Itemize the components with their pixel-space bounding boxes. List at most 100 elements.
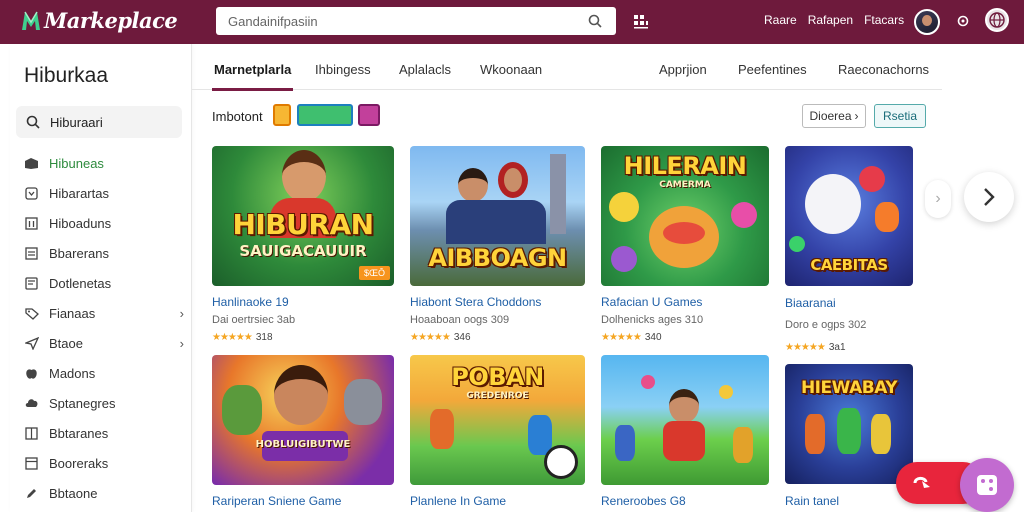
chevron-icon: › [854,109,859,123]
chevron-box-icon [24,186,39,200]
filter-label: Imbotont [212,109,263,124]
book-icon [24,426,39,440]
logo[interactable]: Markeplace [20,8,178,33]
sidebar-title: Hiburkaa [24,64,109,87]
sidebar-item[interactable]: Madons [24,358,184,388]
card-meta: Hoaaboan oogs 309 [410,314,510,326]
sidebar-item[interactable]: Hibarartas [24,178,184,208]
game-thumbnail: HOBLUIGIBUTWE [212,355,394,485]
box-icon [24,157,39,170]
card-meta: Dolhenicks ages 310 [601,314,704,326]
card-title[interactable]: Planlene In Game [410,494,506,508]
search-bar[interactable] [216,7,616,35]
card-title[interactable]: Rariperan Sniene Game [212,494,341,508]
send-icon [24,336,39,350]
sidebar-item[interactable]: Booreraks [24,448,184,478]
window-icon [24,456,39,470]
thumbnail-subtitle: SAUIGACAUUIR [239,242,367,260]
sidebar-item[interactable]: Bbtaranes [24,418,184,448]
sidebar-search[interactable]: Hiburaari [16,106,182,138]
dice-button[interactable] [960,458,1014,512]
star-icons: ★★★★★ [601,332,642,343]
sidebar-item-label: Hiboaduns [49,215,112,231]
card-title[interactable]: Hiabont Stera Choddons [410,295,541,309]
sidebar-item-label: Bbtaranes [49,425,109,441]
pen-icon [24,487,39,500]
carousel-prev-button[interactable]: › [925,180,951,218]
doc-icon [24,276,39,290]
game-card[interactable]: AIBBOAGN Hiabont Stera Choddons Hoaaboan… [410,146,585,346]
tab[interactable]: Raeconachorns [838,62,929,77]
tab[interactable]: Apprjion [659,62,707,77]
tab[interactable]: Wkoonaan [480,62,542,77]
card-title[interactable]: Reneroobes G8 [601,494,686,508]
star-icons: ★★★★★ [785,342,826,353]
sidebar-item[interactable]: Sptanegres [24,388,184,418]
sidebar-item[interactable]: Hiboaduns [24,208,184,238]
app-name: Markeplace [44,8,178,33]
game-card[interactable]: HIBURAN SAUIGACAUUIR $ŒŌ Hanlinaoke 19 D… [212,146,394,346]
apps-grid-icon[interactable] [630,12,652,32]
game-card[interactable]: HILERAIN CAMERMA Rafacian U Games Dolhen… [601,146,769,346]
card-title[interactable]: Hanlinaoke 19 [212,295,289,309]
game-card[interactable]: HIEWABAY Rain tanel [785,364,913,512]
game-thumbnail [601,355,769,485]
game-card[interactable]: CAEBITAS Biaaranai Doro e ogps 302 ★★★★★… [785,146,913,358]
thumbnail-subtitle: GREDENROE [466,391,529,401]
game-card[interactable]: POBAN GREDENROE Planlene In Game [410,355,585,512]
sidebar-item-label: Booreraks [49,455,109,471]
tab-marketplace[interactable]: Marnetplarla [211,62,294,91]
sidebar-item[interactable]: Bbarerans [24,238,184,268]
chevron-right-icon: › [179,335,184,351]
thumbnail-title: CAEBITAS [810,256,888,274]
tab[interactable]: Ihbingess [315,62,371,77]
filter-chip-icon[interactable] [273,104,291,126]
sidebar-item[interactable]: Dotlenetas [24,268,184,298]
game-card[interactable]: HOBLUIGIBUTWE Rariperan Sniene Game [212,355,394,512]
top-links: Raare Rafapen Ftacars [764,13,904,27]
logo-mark-icon [22,11,40,30]
settings-icon[interactable] [954,12,972,30]
card-rating: ★★★★★ 346 [410,332,471,343]
search-icon [26,115,40,129]
chevron-right-icon [984,188,995,206]
top-link[interactable]: Rafapen [808,13,853,27]
tab[interactable]: Peefentines [738,62,807,77]
search-icon[interactable] [586,12,604,30]
sidebar-item[interactable]: Bbtaone [24,478,184,508]
globe-icon[interactable] [985,8,1009,32]
filter-chip-icon[interactable] [358,104,380,126]
top-link[interactable]: Raare [764,13,797,27]
filter-chip-icon[interactable] [297,104,353,126]
game-card[interactable]: Reneroobes G8 [601,355,769,512]
thumbnail-subtitle: CAMERMA [659,180,711,190]
grid-icon [24,216,39,230]
apple-icon [24,367,39,380]
top-link[interactable]: Ftacars [864,13,904,27]
sidebar-item[interactable]: Fianaas › [24,298,184,328]
thumbnail-subtitle: HOBLUIGIBUTWE [255,439,351,450]
card-title[interactable]: Rain tanel [785,494,839,508]
thumbnail-title: HILERAIN [623,152,747,180]
thumbnail-title: POBAN [451,363,544,391]
game-thumbnail: HIBURAN SAUIGACAUUIR $ŒŌ [212,146,394,286]
sidebar-item-label: Hibarartas [49,185,109,201]
sidebar-item-label: Sptanegres [49,395,116,411]
search-input[interactable] [228,13,586,29]
avatar[interactable] [914,9,940,35]
tag-icon [24,307,39,320]
sidebar-item[interactable]: Btaoe › [24,328,184,358]
filter-button[interactable]: Rsetia [874,104,926,128]
sidebar-item-label: Madons [49,365,96,381]
star-icons: ★★★★★ [212,332,253,343]
carousel-next-button[interactable] [964,172,1014,222]
game-thumbnail: CAEBITAS [785,146,913,286]
sort-button[interactable]: Dioerea › [802,104,866,128]
tab[interactable]: Aplalacls [399,62,451,77]
sidebar-list: Hibuneas Hibarartas Hiboaduns Bbarerans … [24,148,184,508]
thumbnail-title: HIBURAN [232,208,374,241]
card-title[interactable]: Biaaranai [785,296,836,310]
cloud-icon [24,397,39,410]
card-title[interactable]: Rafacian U Games [601,295,702,309]
sidebar-item[interactable]: Hibuneas [24,148,184,178]
